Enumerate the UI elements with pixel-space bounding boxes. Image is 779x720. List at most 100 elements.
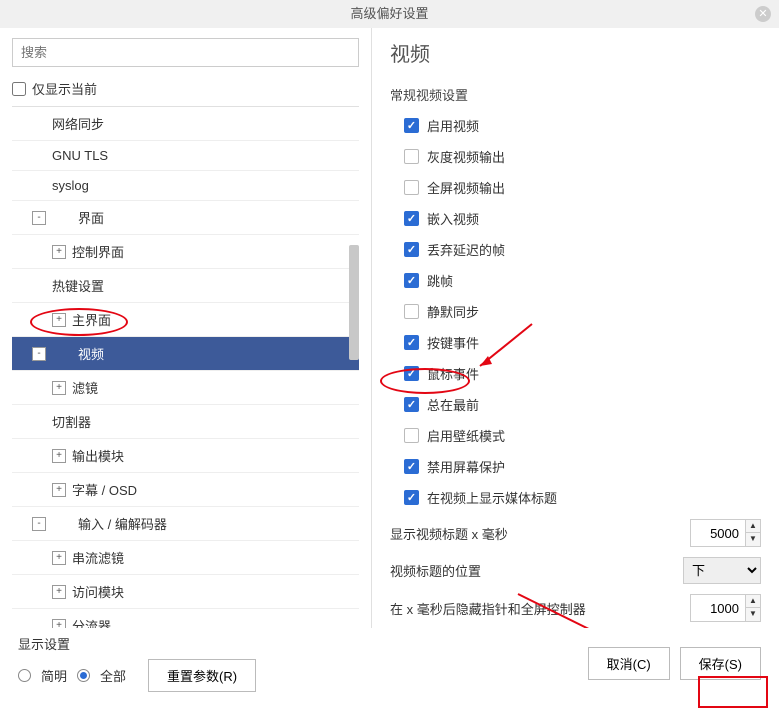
collapse-icon[interactable]: - [32,517,46,531]
tree-item[interactable]: + 字幕 / OSD [12,473,359,507]
tree-item[interactable]: + 串流滤镜 [12,541,359,575]
expand-icon[interactable]: + [52,585,66,599]
tree-item[interactable]: + 访问模块 [12,575,359,609]
checkbox-row: 总在最前 [404,395,761,414]
tree-item[interactable]: 网络同步 [12,107,359,141]
tree-item[interactable]: +主界面 [12,303,359,337]
checkbox-row: 全屏视频输出 [404,178,761,197]
tree-item[interactable]: 热键设置 [12,269,359,303]
tree-item-label: 热键设置 [52,276,104,295]
spin-up-icon[interactable]: ▲ [746,520,760,533]
simple-label: 简明 [41,666,67,685]
tree-item[interactable]: -视频 [12,337,359,371]
save-button[interactable]: 保存(S) [680,647,761,680]
tree-item[interactable]: GNU TLS [12,141,359,171]
scrollbar-thumb[interactable] [349,245,359,360]
title-ms-label: 显示视频标题 x 毫秒 [390,524,690,543]
tree-item-label: 字幕 / OSD [72,480,137,499]
tree-item[interactable]: - 界面 [12,201,359,235]
checkbox[interactable] [404,366,419,381]
window-title: 高级偏好设置 [350,6,428,21]
expand-icon[interactable]: + [52,551,66,565]
collapse-icon[interactable]: - [32,211,46,225]
tree-item-label: syslog [52,178,89,193]
checkbox-row: 鼠标事件 [404,364,761,383]
hide-ms-label: 在 x 毫秒后隐藏指针和全屏控制器 [390,599,690,618]
checkbox-label: 丢弃延迟的帧 [427,240,505,259]
hide-ms-spinbox[interactable]: ▲▼ [690,594,761,622]
tree-item[interactable]: 切割器 [12,405,359,439]
checkbox-row: 灰度视频输出 [404,147,761,166]
title-ms-input[interactable] [690,519,746,547]
checkbox[interactable] [404,459,419,474]
expand-icon[interactable]: + [52,313,66,327]
checkbox-row: 按键事件 [404,333,761,352]
reset-button[interactable]: 重置参数(R) [148,659,256,692]
expand-icon[interactable]: + [52,381,66,395]
spin-up-icon[interactable]: ▲ [746,595,760,608]
settings-tree: 网络同步 GNU TLS syslog - 界面 +控制界面热键设置 +主界面-视频 + 滤镜切… [12,106,359,628]
show-current-checkbox[interactable] [12,82,26,96]
checkbox[interactable] [404,180,419,195]
tree-item[interactable]: syslog [12,171,359,201]
checkbox-label: 静默同步 [427,302,479,321]
checkbox-label: 启用视频 [427,116,479,135]
checkbox[interactable] [404,242,419,257]
checkbox-row: 在视频上显示媒体标题 [404,488,761,507]
title-ms-spinbox[interactable]: ▲▼ [690,519,761,547]
checkbox[interactable] [404,397,419,412]
tree-item-label: 切割器 [52,412,91,431]
tree-item-label: 访问模块 [72,582,124,601]
checkbox-label: 在视频上显示媒体标题 [427,488,557,507]
checkbox[interactable] [404,118,419,133]
all-radio[interactable] [77,669,90,682]
expand-icon[interactable]: + [52,449,66,463]
footer: 显示设置 简明 全部 重置参数(R) 取消(C) 保存(S) [0,628,779,698]
checkbox[interactable] [404,428,419,443]
checkbox-row: 启用壁纸模式 [404,426,761,445]
all-label: 全部 [100,666,126,685]
checkbox-row: 静默同步 [404,302,761,321]
checkbox[interactable] [404,335,419,350]
checkbox-label: 禁用屏幕保护 [427,457,505,476]
collapse-icon[interactable]: - [32,347,46,361]
expand-icon[interactable]: + [52,619,66,629]
title-pos-select[interactable]: 下 [683,557,761,584]
titlebar: 高级偏好设置 ✕ [0,0,779,28]
category-icon [52,211,72,225]
cancel-button[interactable]: 取消(C) [588,647,670,680]
category-icon [52,517,72,531]
tree-item-label: 界面 [78,208,104,227]
tree-item[interactable]: + 分流器 [12,609,359,628]
simple-radio[interactable] [18,669,31,682]
tree-item[interactable]: -输入 / 编解码器 [12,507,359,541]
checkbox-label: 鼠标事件 [427,364,479,383]
checkbox[interactable] [404,273,419,288]
hide-ms-input[interactable] [690,594,746,622]
close-icon[interactable]: ✕ [755,6,771,22]
checkbox[interactable] [404,149,419,164]
checkbox-label: 嵌入视频 [427,209,479,228]
checkbox[interactable] [404,304,419,319]
title-pos-label: 视频标题的位置 [390,561,683,580]
tree-item[interactable]: +输出模块 [12,439,359,473]
tree-item-label: 串流滤镜 [72,548,124,567]
tree-item-label: GNU TLS [52,148,108,163]
checkbox-row: 禁用屏幕保护 [404,457,761,476]
tree-item[interactable]: + 滤镜 [12,371,359,405]
category-icon [52,347,72,361]
checkbox[interactable] [404,211,419,226]
checkbox[interactable] [404,490,419,505]
tree-item[interactable]: +控制界面 [12,235,359,269]
search-input[interactable] [12,38,359,67]
tree-item-label: 滤镜 [72,378,98,397]
tree-item-label: 分流器 [72,616,111,628]
spin-down-icon[interactable]: ▼ [746,533,760,546]
checkbox-label: 总在最前 [427,395,479,414]
spin-down-icon[interactable]: ▼ [746,608,760,621]
checkbox-label: 启用壁纸模式 [427,426,505,445]
display-settings-label: 显示设置 [18,634,256,653]
checkbox-label: 按键事件 [427,333,479,352]
expand-icon[interactable]: + [52,245,66,259]
expand-icon[interactable]: + [52,483,66,497]
